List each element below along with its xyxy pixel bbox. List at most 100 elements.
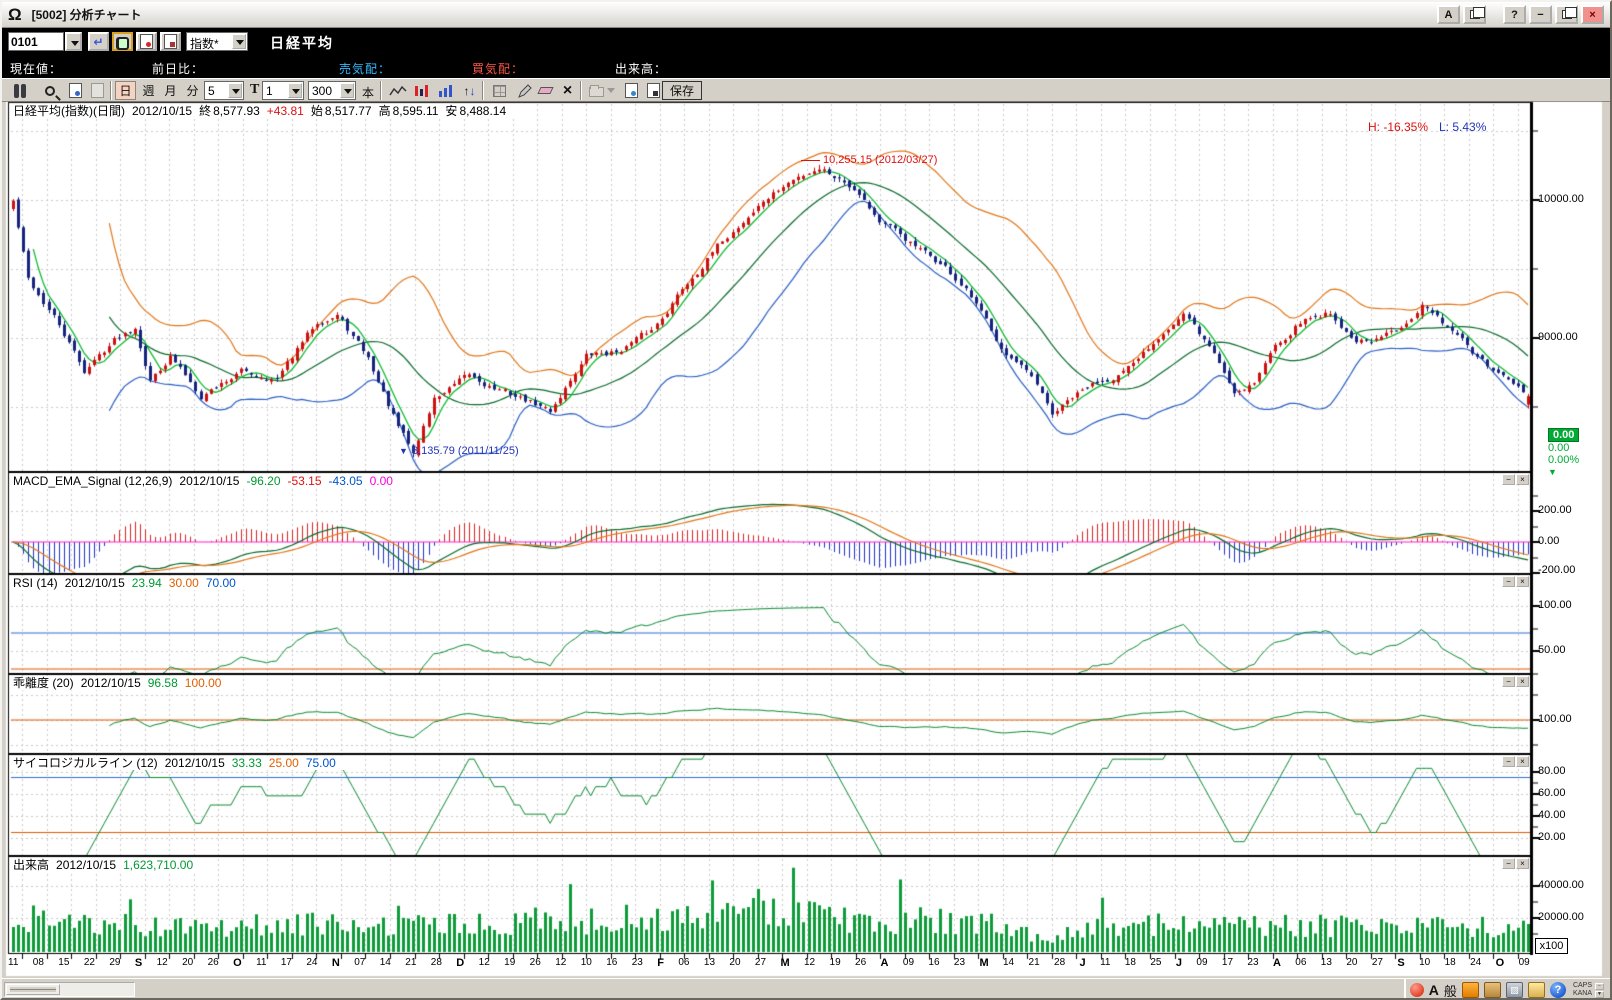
x-axis-label: O	[1496, 957, 1505, 969]
volume-axis-tick: 20000.00	[1538, 911, 1584, 923]
x-axis-label: 06	[678, 957, 689, 969]
x-axis-label: 21	[1029, 957, 1040, 969]
ime-properties-icon[interactable]: ▨	[1506, 982, 1523, 998]
ime-input-mode[interactable]: A	[1429, 982, 1439, 998]
macd-zero-value: 0.00	[370, 474, 393, 488]
x-axis-label: 16	[928, 957, 939, 969]
ime-conversion-mode[interactable]: 般	[1444, 981, 1457, 1000]
psych-date: 2012/10/15	[165, 756, 225, 770]
chart-canvas[interactable]	[2, 2, 1612, 1000]
x-axis-label: 20	[182, 957, 193, 969]
volume-close-button[interactable]: ×	[1516, 858, 1529, 869]
ime-pen-icon[interactable]	[1410, 983, 1424, 997]
period-low-percent: L: 5.43%	[1439, 120, 1486, 134]
trough-marker-icon: ▼	[399, 446, 408, 456]
down-triangle-icon: ▼	[1548, 467, 1557, 477]
price-axis-tick: 10000.00	[1538, 193, 1584, 205]
kana-label: KANA	[1573, 990, 1592, 998]
ime-dictionary-icon[interactable]	[1528, 982, 1545, 998]
kairi-panel-header: 乖離度 (20)2012/10/1596.58100.00	[10, 676, 231, 690]
x-axis-label: 18	[1125, 957, 1136, 969]
x-axis-label: 06	[1295, 957, 1306, 969]
horizontal-scrollbar[interactable]	[4, 982, 135, 997]
ime-pad-icon[interactable]	[1462, 982, 1479, 998]
psych-lower-level: 25.00	[269, 756, 299, 770]
x-axis-label: 16	[606, 957, 617, 969]
x-axis-label: 29	[109, 957, 120, 969]
close-value: 8,577.93	[213, 104, 260, 118]
x-axis-label: 15	[58, 957, 69, 969]
x-axis-labels: 1108152229S122026O111724N07142128D121926…	[8, 957, 1530, 969]
x-axis-label: S	[135, 957, 142, 969]
x-axis-label: 20	[729, 957, 740, 969]
macd-value: -96.20	[246, 474, 280, 488]
kairi-base-level: 100.00	[185, 676, 222, 690]
x-axis-label: 23	[1247, 957, 1258, 969]
kairi-close-button[interactable]: ×	[1516, 676, 1529, 687]
x-axis-label: D	[456, 957, 464, 969]
live-change-percent: 0.00%	[1548, 454, 1579, 466]
macd-axis-tick: 0.00	[1538, 535, 1559, 547]
caps-kana-indicator: CAPS− KANA▼	[1573, 982, 1604, 998]
app-window: Ω [5002] 分析チャート A ? − × ↵ 指数* 日経平均 現在値： …	[0, 0, 1612, 1000]
x-axis-label: 17	[1222, 957, 1233, 969]
caps-label: CAPS	[1573, 982, 1592, 990]
volume-multiplier: x100	[1535, 938, 1568, 954]
x-axis-label: 23	[632, 957, 643, 969]
x-axis-label: 08	[33, 957, 44, 969]
x-axis-label: 27	[1372, 957, 1383, 969]
psych-close-button[interactable]: ×	[1516, 756, 1529, 767]
caps-button[interactable]: −	[1595, 983, 1604, 990]
trough-annotation: 8,135.79 (2011/11/25)	[412, 445, 519, 457]
macd-ema-value: -53.15	[288, 474, 322, 488]
scrollbar-thumb[interactable]	[6, 984, 60, 995]
x-axis-label: 11	[1100, 957, 1110, 969]
volume-date: 2012/10/15	[56, 858, 116, 872]
macd-signal-value: -43.05	[329, 474, 363, 488]
x-axis-label: M	[979, 957, 988, 969]
ime-tools-icon[interactable]	[1484, 982, 1501, 998]
rsi-minimize-button[interactable]: −	[1502, 576, 1515, 587]
psych-value: 33.33	[232, 756, 262, 770]
psych-minimize-button[interactable]: −	[1502, 756, 1515, 767]
x-axis-label: S	[1397, 957, 1404, 969]
x-axis-label: F	[657, 957, 664, 969]
x-axis-label: 13	[1321, 957, 1332, 969]
x-axis-label: 14	[1003, 957, 1014, 969]
x-axis-label: 27	[755, 957, 766, 969]
x-axis-label: 07	[354, 957, 365, 969]
macd-axis-tick: -200.00	[1538, 564, 1575, 576]
volume-minimize-button[interactable]: −	[1502, 858, 1515, 869]
kairi-minimize-button[interactable]: −	[1502, 676, 1515, 687]
kairi-title: 乖離度 (20)	[13, 676, 74, 690]
x-axis-label: 09	[1519, 957, 1530, 969]
psych-axis-tick: 60.00	[1538, 787, 1566, 799]
kana-button[interactable]: ▼	[1595, 991, 1604, 998]
volume-panel-header: 出来高2012/10/151,623,710.00	[10, 858, 203, 872]
x-axis-label: 24	[1470, 957, 1481, 969]
open-label: 始	[311, 104, 323, 118]
main-title: 日経平均(指数)(日間)	[13, 104, 125, 118]
volume-title: 出来高	[13, 858, 49, 872]
live-price-stack: 0.00 0.00 0.00% ▼	[1548, 428, 1588, 478]
low-label: 安	[445, 104, 457, 118]
x-axis-label: N	[332, 957, 340, 969]
volume-axis-tick: 40000.00	[1538, 879, 1584, 891]
x-axis-label: 11	[256, 957, 266, 969]
x-axis-label: 12	[157, 957, 168, 969]
macd-minimize-button[interactable]: −	[1502, 474, 1515, 485]
psych-axis-tick: 20.00	[1538, 831, 1566, 843]
x-axis-label: 26	[208, 957, 219, 969]
x-axis-label: 09	[1196, 957, 1207, 969]
rsi-close-button[interactable]: ×	[1516, 576, 1529, 587]
close-label: 終	[199, 104, 211, 118]
x-axis-label: 26	[530, 957, 541, 969]
psych-panel-header: サイコロジカルライン (12)2012/10/1533.3325.0075.00	[10, 756, 346, 770]
kairi-date: 2012/10/15	[81, 676, 141, 690]
rsi-axis-tick: 100.00	[1538, 599, 1572, 611]
ime-toolbar: A 般 ▨ ? CAPS− KANA▼	[1404, 979, 1608, 1000]
ime-help-icon[interactable]: ?	[1550, 982, 1566, 998]
macd-panel-header: MACD_EMA_Signal (12,26,9)2012/10/15-96.2…	[10, 474, 403, 488]
macd-close-button[interactable]: ×	[1516, 474, 1529, 485]
x-axis-label: 25	[1150, 957, 1161, 969]
